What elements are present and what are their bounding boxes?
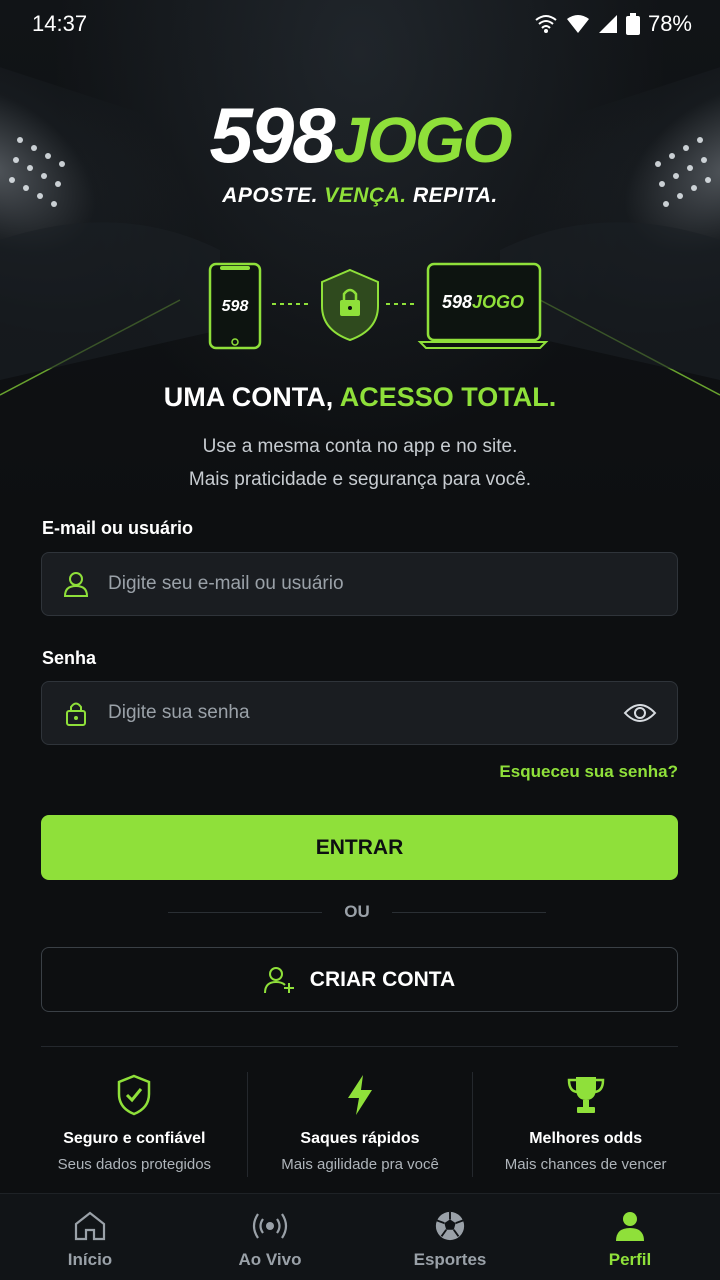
tagline-part3: REPITA.: [412, 184, 498, 207]
feature-item-withdraw: Saques rápidos Mais agilidade pra você: [246, 1072, 473, 1177]
feature-title: Saques rápidos: [300, 1130, 420, 1147]
or-line-right: [391, 911, 546, 913]
feature-subtitle: Mais agilidade pra você: [281, 1156, 439, 1173]
nav-label: Ao Vivo: [238, 1250, 302, 1269]
laptop-logo-number: 598: [442, 292, 472, 312]
nav-label: Início: [67, 1250, 113, 1269]
trophy-icon: [567, 1077, 604, 1113]
lightning-icon: [348, 1075, 372, 1115]
or-line-left: [168, 911, 323, 913]
headline-part2: ACESSO TOTAL.: [339, 382, 557, 412]
phone-logo-text: 598: [222, 298, 249, 315]
nav-item-live[interactable]: Ao Vivo: [180, 1194, 360, 1280]
soccer-ball-icon: [435, 1211, 465, 1241]
password-label: Senha: [42, 648, 97, 668]
email-field[interactable]: [41, 552, 678, 616]
eye-icon[interactable]: [623, 701, 657, 725]
feature-subtitle: Seus dados protegidos: [57, 1156, 212, 1173]
wifi-calling-icon: [535, 15, 557, 33]
wifi-icon: [566, 15, 589, 33]
status-bar: 14:37 78%: [0, 0, 720, 48]
login-button[interactable]: ENTRAR: [41, 815, 678, 880]
headline-part1: UMA CONTA,: [163, 382, 334, 412]
section-divider: [41, 1046, 678, 1047]
feature-subtitle: Mais chances de vencer: [504, 1156, 667, 1173]
live-icon: [252, 1213, 288, 1239]
feature-item-odds: Melhores odds Mais chances de vencer: [472, 1072, 698, 1177]
feature-title: Melhores odds: [529, 1130, 643, 1147]
signal-icon: [598, 15, 617, 33]
home-icon: [74, 1211, 106, 1241]
subtext-line2: Mais praticidade e segurança para você.: [188, 469, 532, 490]
shield-lock-icon: [321, 268, 379, 342]
nav-item-home[interactable]: Início: [0, 1194, 180, 1280]
or-divider: OU: [168, 902, 546, 922]
create-account-button[interactable]: CRIAR CONTA: [41, 947, 678, 1012]
subtext-line1: Use a mesma conta no app e no site.: [202, 436, 518, 457]
status-time: 14:37: [32, 11, 88, 36]
add-user-icon: [263, 966, 294, 993]
subtext: Use a mesma conta no app e no site. Mais…: [0, 430, 720, 496]
laptop-icon: 598JOGO: [417, 262, 549, 349]
tagline: APOSTE. VENÇA. REPITA.: [0, 184, 720, 208]
headline: UMA CONTA, ACESSO TOTAL.: [0, 382, 720, 413]
user-icon: [63, 572, 89, 597]
status-icons: 78%: [534, 11, 692, 37]
phone-icon: 598: [208, 262, 262, 350]
nav-item-profile[interactable]: Perfil: [540, 1194, 720, 1280]
tagline-part1: APOSTE.: [222, 184, 318, 207]
bottom-navigation: Início Ao Vivo Esportes Perfil: [0, 1193, 720, 1280]
battery-icon: [625, 13, 640, 35]
battery-percent: 78%: [647, 11, 692, 36]
features-row: Seguro e confiável Seus dados protegidos…: [22, 1072, 698, 1177]
nav-item-sports[interactable]: Esportes: [360, 1194, 540, 1280]
lock-icon: [66, 702, 86, 726]
create-account-label: CRIAR CONTA: [309, 967, 456, 991]
logo-number: 598: [209, 91, 335, 179]
or-text: OU: [344, 902, 370, 921]
feature-title: Seguro e confiável: [63, 1130, 206, 1147]
brand-logo: 598JOGO APOSTE. VENÇA. REPITA.: [0, 96, 720, 208]
svg-text:598JOGO: 598JOGO: [442, 292, 524, 312]
forgot-password-link[interactable]: Esqueceu sua senha?: [499, 762, 678, 782]
nav-label: Esportes: [413, 1250, 487, 1269]
laptop-logo-word: JOGO: [472, 292, 524, 312]
logo-word: JOGO: [333, 104, 513, 176]
email-label: E-mail ou usuário: [42, 518, 194, 538]
nav-label: Perfil: [608, 1250, 652, 1269]
profile-icon: [616, 1212, 644, 1241]
password-field[interactable]: [41, 681, 678, 745]
feature-item-secure: Seguro e confiável Seus dados protegidos: [22, 1072, 247, 1177]
devices-illustration: 598 598JOGO: [208, 262, 549, 350]
tagline-part2: VENÇA.: [324, 184, 407, 207]
shield-check-icon: [118, 1074, 151, 1116]
email-input[interactable]: [108, 573, 657, 595]
password-input[interactable]: [108, 702, 623, 724]
